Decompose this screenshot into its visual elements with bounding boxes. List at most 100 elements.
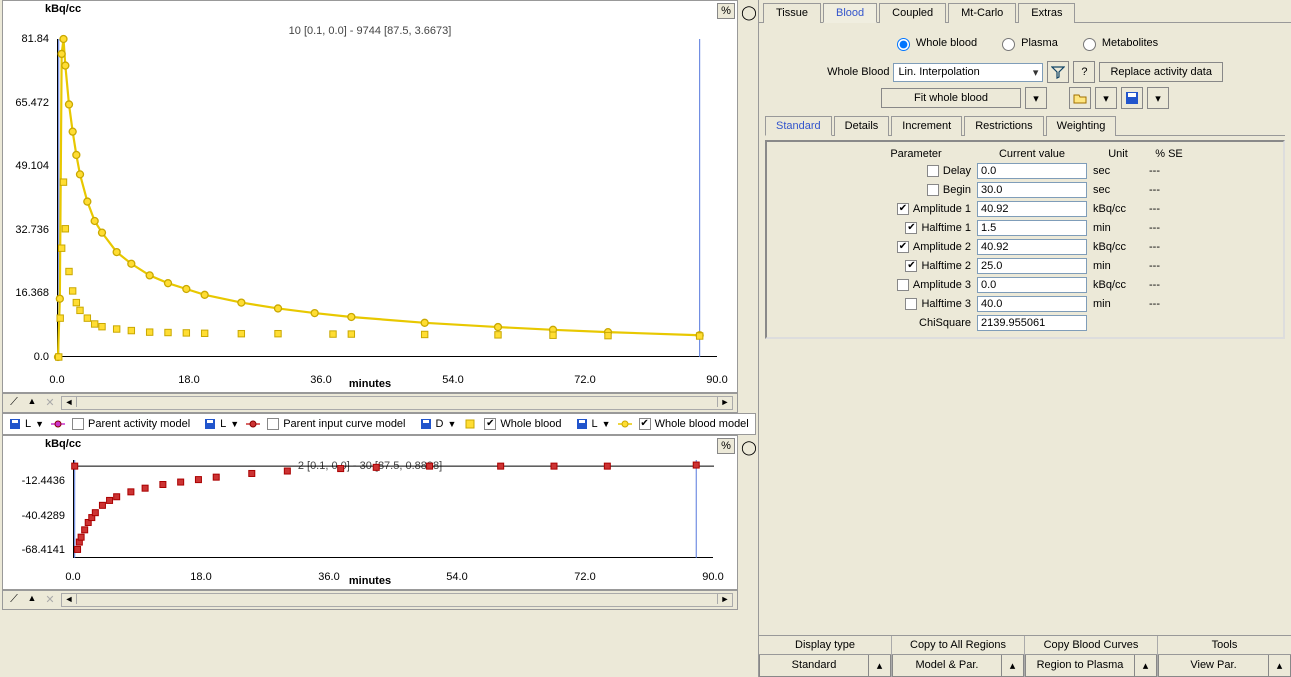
save-icon[interactable] — [1121, 87, 1143, 109]
disk-icon — [576, 418, 588, 430]
tab-blood[interactable]: Blood — [823, 3, 877, 23]
param-value-input[interactable] — [977, 258, 1087, 274]
param-checkbox[interactable]: ✔ — [905, 222, 917, 234]
save-dropdown-icon[interactable]: ▾ — [1147, 87, 1169, 109]
blood-type-radios: Whole blood Plasma Metabolites — [765, 35, 1285, 51]
subtab-restrictions[interactable]: Restrictions — [964, 116, 1043, 136]
radio-whole-blood[interactable]: Whole blood — [892, 37, 977, 49]
param-name: Amplitude 1 — [913, 203, 971, 215]
down-icon[interactable]: ▼ — [602, 419, 611, 429]
subtab-standard[interactable]: Standard — [765, 116, 832, 136]
param-name: Delay — [943, 165, 971, 177]
param-value-input[interactable] — [977, 296, 1087, 312]
percent-toggle-button[interactable]: % — [717, 3, 735, 19]
param-checkbox[interactable] — [905, 298, 917, 310]
radio-metabolites[interactable]: Metabolites — [1078, 37, 1158, 49]
residual-chart[interactable]: % kBq/cc 2 [0.1, 0.0] - 30 [87.5, 0.8808… — [2, 435, 738, 590]
down-icon[interactable]: ▼ — [230, 419, 239, 429]
param-grid: ParameterCurrent valueUnit% SEDelaysec--… — [773, 148, 1277, 331]
fit-dropdown-icon[interactable]: ▾ — [1025, 87, 1047, 109]
open-icon[interactable] — [1069, 87, 1091, 109]
chisquare-value — [977, 315, 1087, 331]
y-ticks-2: -12.4436-40.4289-68.4141 — [3, 460, 69, 558]
param-checkbox[interactable] — [897, 279, 909, 291]
h-scrollbar[interactable] — [61, 396, 733, 410]
region-to-plasma-button[interactable]: Region to Plasma — [1025, 655, 1135, 677]
view-par--button[interactable]: View Par. — [1158, 655, 1269, 677]
fit-button[interactable]: Fit whole blood — [881, 88, 1021, 108]
y-axis-label: kBq/cc — [45, 3, 81, 15]
subtab-details[interactable]: Details — [834, 116, 890, 136]
legend-item[interactable]: D▼✔Whole blood — [420, 418, 562, 430]
down-icon[interactable]: ▼ — [447, 419, 456, 429]
close-icon[interactable]: ✕ — [43, 593, 57, 607]
disk-icon — [420, 418, 432, 430]
chart-toolbar-2: ⟋ ▲ ✕ — [2, 590, 738, 610]
legend-item[interactable]: L▼Parent input curve model — [204, 418, 405, 430]
param-name: Halftime 1 — [921, 222, 971, 234]
polyline-icon[interactable]: ⟋ — [7, 593, 21, 607]
bottom-bar: Display typeStandard▴Copy to All Regions… — [759, 635, 1291, 677]
open-dropdown-icon[interactable]: ▾ — [1095, 87, 1117, 109]
chart-subtitle: 10 [0.1, 0.0] - 9744 [87.5, 3.6673] — [289, 25, 452, 37]
legend-checkbox[interactable] — [267, 418, 279, 430]
dropdown-arrow-icon[interactable]: ▴ — [1269, 655, 1291, 677]
legend-checkbox[interactable]: ✔ — [484, 418, 496, 430]
chart-svg-2 — [74, 460, 713, 557]
chart-toolbar: ⟋ ▲ ✕ — [2, 393, 738, 413]
legend-item[interactable]: L▼Parent activity model — [9, 418, 190, 430]
subtab-weighting[interactable]: Weighting — [1046, 116, 1117, 136]
dropdown-arrow-icon[interactable]: ▴ — [869, 655, 891, 677]
param-value-input[interactable] — [977, 182, 1087, 198]
radio-plasma[interactable]: Plasma — [997, 37, 1058, 49]
legend-checkbox[interactable]: ✔ — [639, 418, 651, 430]
y-axis-label-2: kBq/cc — [45, 438, 81, 450]
tab-mt-carlo[interactable]: Mt-Carlo — [948, 3, 1016, 23]
param-checkbox[interactable] — [927, 184, 939, 196]
param-name: Amplitude 3 — [913, 279, 971, 291]
dropdown-arrow-icon[interactable]: ▴ — [1002, 655, 1024, 677]
param-checkbox[interactable]: ✔ — [897, 241, 909, 253]
close-icon[interactable]: ✕ — [43, 396, 57, 410]
subtab-increment[interactable]: Increment — [891, 116, 962, 136]
up-icon[interactable]: ▲ — [25, 593, 39, 607]
help-button[interactable]: ? — [1073, 61, 1095, 83]
tab-tissue[interactable]: Tissue — [763, 3, 821, 23]
percent-toggle-button-2[interactable]: % — [717, 438, 735, 454]
dropdown-arrow-icon[interactable]: ▴ — [1135, 655, 1157, 677]
method-dropdown[interactable]: Lin. Interpolation▾ — [893, 63, 1043, 82]
standard-button[interactable]: Standard — [759, 655, 869, 677]
ring-icon[interactable]: ◯ — [741, 439, 757, 456]
polyline-icon[interactable]: ⟋ — [7, 396, 21, 410]
param-value-input[interactable] — [977, 201, 1087, 217]
param-value-input[interactable] — [977, 239, 1087, 255]
param-value-input[interactable] — [977, 220, 1087, 236]
ring-icon[interactable]: ◯ — [741, 4, 757, 21]
filter-icon[interactable] — [1047, 61, 1069, 83]
legend-item[interactable]: L▼✔Whole blood model — [576, 418, 749, 430]
model-par--button[interactable]: Model & Par. — [892, 655, 1002, 677]
tab-extras[interactable]: Extras — [1018, 3, 1075, 23]
param-checkbox[interactable] — [927, 165, 939, 177]
x-axis-label: minutes — [349, 378, 391, 390]
param-value-input[interactable] — [977, 277, 1087, 293]
param-name: Halftime 3 — [921, 298, 971, 310]
param-value-input[interactable] — [977, 163, 1087, 179]
h-scrollbar-2[interactable] — [61, 593, 733, 607]
disk-icon — [204, 418, 216, 430]
main-chart[interactable]: % kBq/cc 10 [0.1, 0.0] - 9744 [87.5, 3.6… — [2, 0, 738, 393]
param-checkbox[interactable]: ✔ — [897, 203, 909, 215]
legend: L▼Parent activity model L▼Parent input cu… — [2, 413, 756, 435]
param-name: Halftime 2 — [921, 260, 971, 272]
disk-icon — [9, 418, 21, 430]
tab-coupled[interactable]: Coupled — [879, 3, 946, 23]
main-tabs: TissueBloodCoupledMt-CarloExtras — [759, 0, 1291, 23]
legend-checkbox[interactable] — [72, 418, 84, 430]
param-name: Amplitude 2 — [913, 241, 971, 253]
down-icon[interactable]: ▼ — [35, 419, 44, 429]
up-icon[interactable]: ▲ — [25, 396, 39, 410]
y-ticks: 81.8465.47249.10432.73616.3680.0 — [3, 39, 53, 357]
replace-activity-button[interactable]: Replace activity data — [1099, 62, 1223, 82]
param-checkbox[interactable]: ✔ — [905, 260, 917, 272]
param-name: Begin — [943, 184, 971, 196]
